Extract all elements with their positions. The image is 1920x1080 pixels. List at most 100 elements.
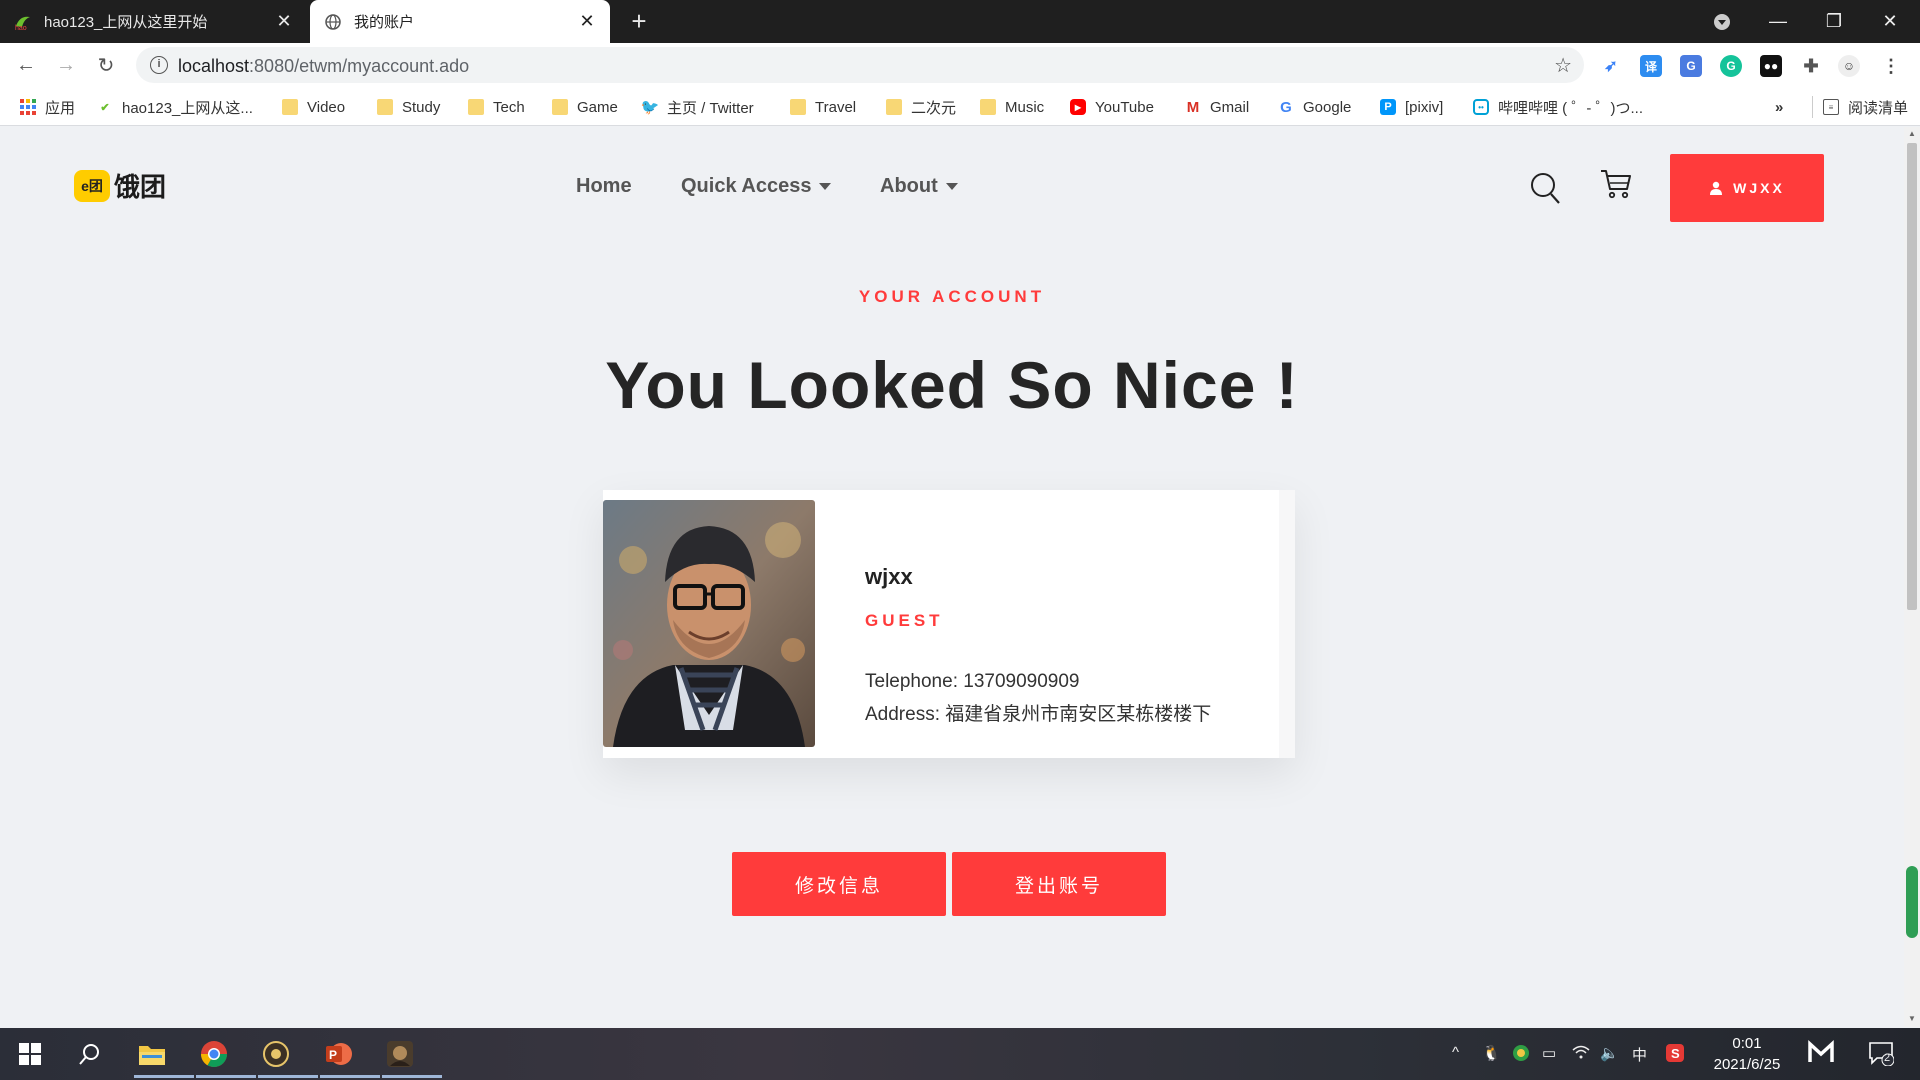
bird-extension-icon[interactable]: ➶ [1600, 55, 1622, 77]
close-window-icon[interactable]: ✕ [1862, 0, 1918, 43]
logo-mark: e团 [74, 169, 110, 202]
reading-list-button[interactable]: ≡ 阅读清单 [1812, 96, 1908, 118]
svg-text:P: P [329, 1048, 337, 1062]
google-translate-icon[interactable]: G [1680, 55, 1702, 77]
browser-toolbar: ← → ↻ i localhost:8080/etwm/myaccount.ad… [0, 43, 1920, 86]
tab-my-account[interactable]: 我的账户 ✕ [310, 0, 610, 43]
kebab-menu-icon[interactable]: ⋮ [1880, 55, 1902, 77]
bookmark-video[interactable]: Video [282, 96, 345, 118]
logo-text: 饿团 [114, 172, 167, 202]
forward-icon[interactable]: → [50, 49, 82, 81]
browser-tab-strip: hao hao123_上网从这里开始 ✕ 我的账户 ✕ + — ❐ ✕ [0, 0, 1920, 43]
folder-icon [468, 99, 484, 115]
bookmark-apps[interactable]: 应用 [20, 96, 75, 118]
tab-hao123[interactable]: hao hao123_上网从这里开始 ✕ [0, 0, 307, 43]
close-tab-icon[interactable]: ✕ [578, 11, 596, 32]
logout-button[interactable]: 登出账号 [952, 852, 1166, 916]
volume-icon[interactable]: 🔈 [1600, 1044, 1619, 1062]
translate-extension-icon[interactable]: 译 [1640, 55, 1662, 77]
sogou-ime-icon[interactable]: S [1666, 1044, 1684, 1066]
battery-icon[interactable]: ▭ [1542, 1044, 1556, 1062]
tray-overflow-icon[interactable]: ^ [1452, 1044, 1459, 1061]
reload-icon[interactable]: ↻ [90, 49, 122, 81]
powerpoint-icon[interactable]: P [320, 1036, 380, 1078]
tray-app-icon[interactable] [1512, 1044, 1530, 1066]
site-info-icon[interactable]: i [150, 56, 168, 74]
file-explorer-icon[interactable] [134, 1036, 194, 1078]
gmail-icon: M [1186, 98, 1200, 116]
bookmark-hao123[interactable]: ✔ hao123_上网从这... [97, 96, 253, 118]
nav-home[interactable]: Home [576, 175, 632, 198]
tray-logo-icon[interactable] [1808, 1040, 1834, 1070]
bilibili-icon: •• [1473, 99, 1489, 115]
bookmark-twitter[interactable]: 🐦 主页 / Twitter [641, 96, 754, 118]
bookmark-star-icon[interactable]: ☆ [1554, 53, 1572, 78]
bookmark-youtube[interactable]: ▶ YouTube [1070, 96, 1154, 118]
address-url[interactable]: localhost:8080/etwm/myaccount.ado [178, 56, 469, 77]
scroll-up-icon[interactable]: ▲ [1908, 129, 1916, 138]
notification-count: 2 [1884, 1052, 1891, 1064]
edit-info-button[interactable]: 修改信息 [732, 852, 946, 916]
bookmark-tech[interactable]: Tech [468, 96, 525, 118]
nav-quick-access[interactable]: Quick Access [681, 175, 832, 198]
youtube-icon: ▶ [1070, 99, 1086, 115]
grammarly-icon[interactable]: G [1720, 55, 1742, 77]
scrollbar-thumb[interactable] [1907, 143, 1917, 610]
bookmark-bilibili[interactable]: •• 哔哩哔哩 ( ゜- ゜)つ... [1473, 96, 1643, 118]
profile-menu-icon[interactable] [1694, 0, 1750, 43]
scroll-down-icon[interactable]: ▼ [1908, 1014, 1916, 1023]
folder-icon [790, 99, 806, 115]
qq-tray-icon[interactable]: 🐧 [1482, 1044, 1501, 1062]
bookmarks-overflow-button[interactable]: » [1775, 96, 1783, 118]
caret-down-icon [945, 183, 958, 190]
bookmark-study[interactable]: Study [377, 96, 440, 118]
caret-down-icon [819, 183, 832, 190]
profile-avatar-icon[interactable]: ☺ [1838, 55, 1860, 77]
notification-center-icon[interactable]: 2 [1868, 1040, 1895, 1070]
bookmark-travel[interactable]: Travel [790, 96, 856, 118]
profile-username: wjxx [865, 564, 913, 589]
side-widget-meter [1906, 866, 1918, 938]
nav-about[interactable]: About [880, 175, 958, 198]
section-eyebrow: YOUR ACCOUNT [858, 287, 1046, 306]
site-logo[interactable]: e团 饿团 [74, 167, 166, 204]
bookmark-erciyuan[interactable]: 二次元 [886, 96, 956, 118]
tab-title: 我的账户 [354, 14, 415, 31]
chrome-icon[interactable] [196, 1036, 256, 1078]
svg-text:S: S [1671, 1046, 1680, 1061]
wifi-icon[interactable] [1572, 1044, 1590, 1064]
close-tab-icon[interactable]: ✕ [275, 11, 293, 32]
user-account-button[interactable]: WJXX [1670, 154, 1824, 222]
profile-role: GUEST [865, 611, 944, 630]
bookmark-game[interactable]: Game [552, 96, 618, 118]
bookmark-pixiv[interactable]: P [pixiv] [1380, 96, 1443, 118]
system-clock[interactable]: 0:01 2021/6/25 [1706, 1033, 1788, 1075]
windows-taskbar: P ^ 🐧 ▭ 🔈 中 S 0:01 2021/6/25 2 [0, 1028, 1920, 1080]
bookmark-music[interactable]: Music [980, 96, 1044, 118]
ime-indicator[interactable]: 中 [1632, 1044, 1647, 1065]
page-content: e团 饿团 Home Quick Access About WJXX YOUR … [0, 127, 1904, 1015]
profile-telephone: Telephone: 13709090909 [865, 671, 1080, 692]
new-tab-button[interactable]: + [624, 6, 654, 36]
tampermonkey-icon[interactable]: ●● [1760, 55, 1782, 77]
back-icon[interactable]: ← [10, 49, 42, 81]
bookmark-gmail[interactable]: M Gmail [1185, 96, 1249, 118]
restore-icon[interactable]: ❐ [1806, 0, 1862, 43]
pixiv-icon: P [1380, 99, 1396, 115]
profile-card: wjxx GUEST Telephone: 13709090909 Addres… [603, 490, 1295, 758]
game-app-icon[interactable] [382, 1036, 442, 1078]
windows-start-icon[interactable] [12, 1036, 48, 1072]
hao123-icon: ✔ [100, 101, 110, 114]
search-icon[interactable] [72, 1036, 108, 1072]
clock-time: 0:01 [1732, 1035, 1762, 1052]
minimize-icon[interactable]: — [1750, 0, 1806, 43]
cart-icon[interactable] [1600, 167, 1632, 201]
reading-list-icon: ≡ [1823, 99, 1839, 115]
google-icon: G [1280, 98, 1292, 116]
folder-icon [552, 99, 568, 115]
search-icon[interactable] [1529, 171, 1561, 205]
extensions-puzzle-icon[interactable]: ✚ [1800, 55, 1822, 77]
bookmark-google[interactable]: G Google [1278, 96, 1351, 118]
address-bar[interactable]: i localhost:8080/etwm/myaccount.ado ☆ [136, 47, 1584, 83]
settings-gear-app-icon[interactable] [258, 1036, 318, 1078]
